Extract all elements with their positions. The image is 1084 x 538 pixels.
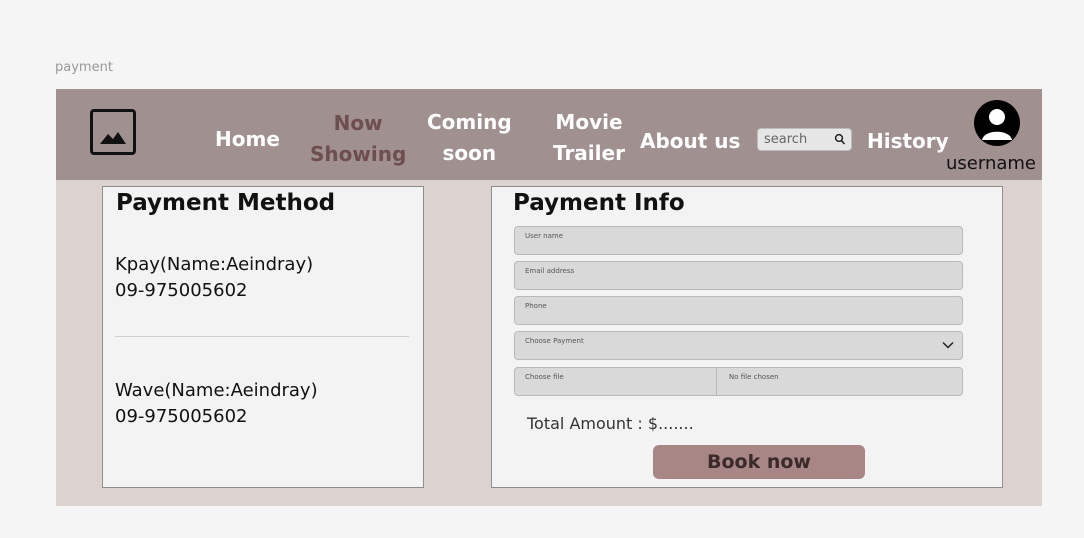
nav-home[interactable]: Home	[215, 124, 280, 155]
book-now-button[interactable]: Book now	[653, 445, 865, 479]
search-input[interactable]	[764, 131, 830, 148]
payment-method-title: Payment Method	[116, 190, 336, 216]
frame-label: payment	[55, 60, 113, 75]
nav-coming-soon[interactable]: Coming soon	[427, 107, 512, 169]
email-placeholder: Email address	[525, 267, 575, 275]
phone-field[interactable]: Phone	[514, 296, 963, 325]
payment-page: Home Now Showing Coming soon Movie Trail…	[56, 89, 1042, 506]
navbar: Home Now Showing Coming soon Movie Trail…	[56, 89, 1042, 180]
payment-method-card: Payment Method Kpay(Name:Aeindray) 09-97…	[102, 186, 424, 488]
search-box	[757, 128, 852, 151]
user-name-placeholder: User name	[525, 232, 564, 240]
nav-about-us[interactable]: About us	[640, 126, 740, 157]
kpay-name: Kpay(Name:Aeindray)	[115, 254, 314, 275]
wave-phone: 09-975005602	[115, 406, 248, 427]
nav-now-showing[interactable]: Now Showing	[310, 108, 406, 170]
user-avatar-icon[interactable]	[974, 100, 1020, 146]
nav-history-label: History	[867, 129, 949, 153]
username[interactable]: username	[946, 153, 1036, 174]
phone-placeholder: Phone	[525, 302, 547, 310]
nav-now-showing-line2: Showing	[310, 142, 407, 166]
wave-name: Wave(Name:Aeindray)	[115, 380, 318, 401]
nav-movie-trailer-line2: Trailer	[553, 141, 625, 165]
nav-movie-trailer[interactable]: Movie Trailer	[553, 107, 625, 169]
kpay-phone: 09-975005602	[115, 280, 248, 301]
no-file-chosen-text: No file chosen	[729, 373, 779, 381]
nav-coming-soon-line1: Coming	[427, 110, 512, 134]
payment-info-card: Payment Info User name Email address Pho…	[491, 186, 1003, 488]
logo-image-icon[interactable]	[90, 109, 136, 155]
file-input-separator	[716, 368, 717, 395]
nav-history[interactable]: History	[867, 126, 949, 157]
choose-file-button[interactable]: Choose file	[525, 373, 564, 381]
choose-payment-select[interactable]: Choose Payment	[514, 331, 963, 360]
nav-now-showing-line1: Now	[333, 111, 383, 135]
nav-about-us-label: About us	[640, 129, 741, 153]
user-name-field[interactable]: User name	[514, 226, 963, 255]
divider	[115, 336, 409, 337]
nav-movie-trailer-line1: Movie	[555, 110, 623, 134]
total-amount: Total Amount : $.......	[527, 414, 694, 433]
file-input[interactable]: Choose file No file chosen	[514, 367, 963, 396]
choose-payment-placeholder: Choose Payment	[525, 337, 584, 345]
search-icon[interactable]	[834, 133, 846, 146]
email-field[interactable]: Email address	[514, 261, 963, 290]
payment-info-title: Payment Info	[513, 190, 685, 216]
nav-coming-soon-line2: soon	[442, 141, 497, 165]
chevron-down-icon	[942, 341, 954, 349]
nav-home-label: Home	[215, 127, 280, 151]
